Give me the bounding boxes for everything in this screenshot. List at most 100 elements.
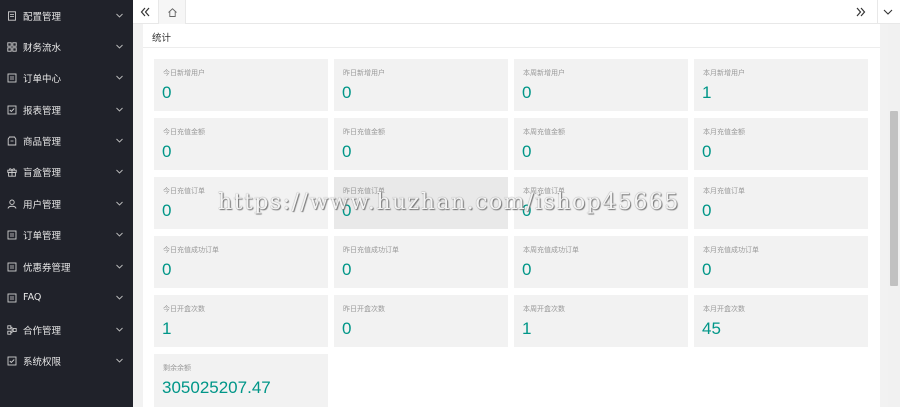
sidebar-item-products[interactable]: 商品管理 <box>0 125 133 156</box>
stat-tile: 今日充值金额 0 <box>154 118 328 170</box>
chevron-down-icon <box>115 262 124 271</box>
list-icon <box>7 73 17 83</box>
sidebar-item-label: 系统权限 <box>23 356 62 368</box>
stat-value: 1 <box>522 319 532 338</box>
stat-label: 本月充值成功订单 <box>703 246 759 254</box>
box-icon <box>7 136 17 146</box>
stat-tile: 本周新增用户 0 <box>514 59 688 111</box>
stat-label: 昨日开盒次数 <box>343 305 385 313</box>
document-icon <box>7 10 17 21</box>
check-square-icon <box>7 105 17 115</box>
stat-value: 1 <box>702 83 712 102</box>
tab-bar <box>133 0 900 24</box>
stat-value: 0 <box>162 142 172 161</box>
chevron-down-icon <box>115 73 124 82</box>
stat-label: 本月开盒次数 <box>703 305 745 313</box>
stat-label: 今日充值金额 <box>163 128 205 136</box>
check-square-icon <box>7 356 17 366</box>
sidebar-item-faq[interactable]: FAQ <box>0 282 133 313</box>
chevron-down-icon <box>115 11 124 20</box>
stat-label: 今日开盒次数 <box>163 305 205 313</box>
sidebar-item-users[interactable]: 用户管理 <box>0 188 133 219</box>
scroll-tabs-right-button[interactable] <box>852 0 870 24</box>
stat-label: 本月充值订单 <box>703 187 745 195</box>
sidebar-item-orders[interactable]: 订单管理 <box>0 219 133 250</box>
card-header: 统计 <box>143 24 880 48</box>
double-chevron-left-icon <box>139 3 151 22</box>
sidebar-item-label: 商品管理 <box>23 136 62 148</box>
chevron-down-icon <box>115 167 124 176</box>
list-icon <box>7 230 17 240</box>
stat-label: 今日新增用户 <box>163 69 205 77</box>
sidebar-item-blind-box[interactable]: 盲盒管理 <box>0 156 133 187</box>
stats-card: 统计 今日新增用户 0 昨日新增用户 0 本周新增用户 0 本月新增用户 1 今… <box>143 24 880 407</box>
stat-tile: 本月充值成功订单 0 <box>694 236 868 288</box>
card-title: 统计 <box>152 33 172 44</box>
list-icon <box>7 262 17 272</box>
sidebar-item-finance[interactable]: 财务流水 <box>0 31 133 62</box>
sidebar: 配置管理 财务流水 订单中心 报表管理 商品管理 盲盒管理 用户管理 订单管理 <box>0 0 133 407</box>
stat-label: 今日充值成功订单 <box>163 246 219 254</box>
stat-value: 0 <box>342 142 352 161</box>
user-icon <box>7 199 17 209</box>
stat-tile: 本月新增用户 1 <box>694 59 868 111</box>
stat-value: 0 <box>342 83 352 102</box>
stat-tile: 本周充值金额 0 <box>514 118 688 170</box>
sidebar-item-label: 订单中心 <box>23 73 62 85</box>
stat-label: 本周充值成功订单 <box>523 246 579 254</box>
sidebar-item-permissions[interactable]: 系统权限 <box>0 345 133 376</box>
stat-tile: 昨日开盒次数 0 <box>334 295 508 347</box>
stat-tile: 本月开盒次数 45 <box>694 295 868 347</box>
stat-value: 0 <box>342 319 352 338</box>
stat-value: 0 <box>702 260 712 279</box>
stat-value: 0 <box>162 260 172 279</box>
sidebar-item-order-center[interactable]: 订单中心 <box>0 62 133 93</box>
stat-label: 今日充值订单 <box>163 187 205 195</box>
stat-value: 0 <box>702 201 712 220</box>
chevron-down-icon <box>882 3 894 22</box>
stat-label: 本月新增用户 <box>703 69 745 77</box>
stat-tile: 剩余余额 305025207.47 <box>154 354 328 407</box>
home-icon <box>167 3 178 22</box>
scrollbar-thumb[interactable] <box>890 111 898 286</box>
sidebar-item-label: FAQ <box>23 292 42 303</box>
stat-value: 0 <box>522 142 532 161</box>
stat-label: 昨日新增用户 <box>343 69 385 77</box>
stat-tile: 今日充值成功订单 0 <box>154 236 328 288</box>
stat-tile: 昨日新增用户 0 <box>334 59 508 111</box>
stat-tile: 昨日充值金额 0 <box>334 118 508 170</box>
sidebar-item-label: 配置管理 <box>23 11 62 23</box>
chevron-down-icon <box>115 230 124 239</box>
sidebar-item-config[interactable]: 配置管理 <box>0 0 133 31</box>
scroll-tabs-left-button[interactable] <box>136 0 154 24</box>
network-icon <box>7 324 17 335</box>
stat-tile: 本周充值成功订单 0 <box>514 236 688 288</box>
sidebar-item-label: 财务流水 <box>23 42 62 54</box>
chevron-down-icon <box>115 293 124 302</box>
sidebar-item-label: 优惠券管理 <box>23 262 71 274</box>
chevron-down-icon <box>115 356 124 365</box>
sidebar-item-label: 报表管理 <box>23 105 62 117</box>
stat-label: 本月充值金额 <box>703 128 745 136</box>
stat-label: 本周充值金额 <box>523 128 565 136</box>
vertical-scrollbar[interactable] <box>888 24 900 407</box>
gift-icon <box>7 167 17 177</box>
stat-value: 0 <box>342 260 352 279</box>
stat-label: 昨日充值金额 <box>343 128 385 136</box>
stat-tile: 昨日充值成功订单 0 <box>334 236 508 288</box>
chevron-down-icon <box>115 42 124 51</box>
sidebar-item-cooperation[interactable]: 合作管理 <box>0 314 133 345</box>
sidebar-item-coupons[interactable]: 优惠券管理 <box>0 251 133 282</box>
sidebar-item-reports[interactable]: 报表管理 <box>0 94 133 125</box>
grid-icon <box>7 41 17 52</box>
sidebar-item-label: 订单管理 <box>23 230 62 242</box>
stat-tile: 本月充值订单 0 <box>694 177 868 229</box>
double-chevron-right-icon <box>855 3 867 22</box>
sidebar-item-label: 盲盒管理 <box>23 167 62 179</box>
sidebar-item-label: 用户管理 <box>23 199 62 211</box>
tab-home[interactable] <box>158 0 186 24</box>
chevron-down-icon <box>115 325 124 334</box>
tab-actions-dropdown[interactable] <box>877 0 897 24</box>
stat-value: 305025207.47 <box>162 378 271 397</box>
stat-value: 0 <box>522 83 532 102</box>
